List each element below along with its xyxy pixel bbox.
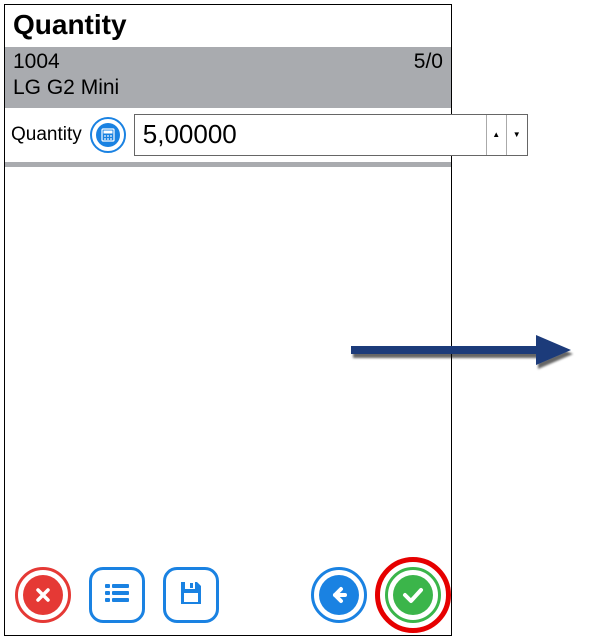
quantity-panel: Quantity 1004 5/0 LG G2 Mini Quantity — [4, 4, 452, 636]
save-button[interactable] — [163, 567, 219, 623]
page-title: Quantity — [13, 9, 443, 41]
confirm-button[interactable] — [385, 567, 441, 623]
footer-toolbar — [5, 559, 451, 635]
quantity-label: Quantity — [11, 124, 82, 146]
quantity-form-row: Quantity ▲ ▼ — [5, 108, 451, 167]
stepper-up[interactable]: ▲ — [487, 115, 507, 155]
calculator-icon — [96, 123, 120, 147]
confirm-icon — [393, 575, 433, 615]
item-ratio: 5/0 — [414, 49, 443, 75]
item-code: 1004 — [13, 49, 60, 75]
list-icon — [101, 577, 133, 614]
item-info: 1004 5/0 LG G2 Mini — [5, 47, 451, 108]
back-icon — [319, 575, 359, 615]
cancel-icon — [23, 575, 63, 615]
list-button[interactable] — [89, 567, 145, 623]
confirm-wrap — [385, 567, 441, 623]
save-icon — [176, 578, 206, 613]
cancel-button[interactable] — [15, 567, 71, 623]
annotation-arrow — [346, 325, 576, 375]
calculator-button[interactable] — [90, 117, 126, 153]
quantity-stepper: ▲ ▼ — [134, 114, 528, 156]
back-button[interactable] — [311, 567, 367, 623]
title-row: Quantity — [5, 5, 451, 47]
stepper-down[interactable]: ▼ — [507, 115, 527, 155]
item-name: LG G2 Mini — [13, 75, 443, 101]
quantity-input[interactable] — [135, 115, 486, 155]
